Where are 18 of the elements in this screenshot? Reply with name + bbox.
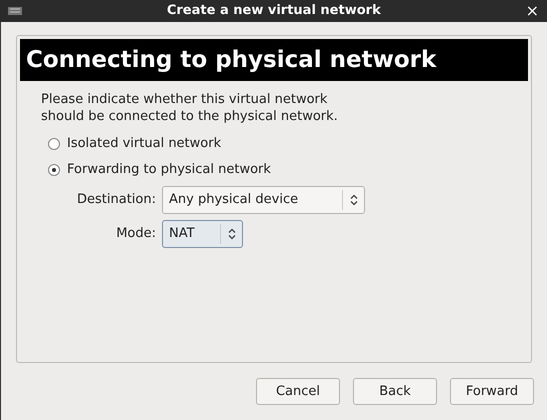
description-text: Please indicate whether this virtual network should be connected to the physical network.: [41, 91, 339, 125]
radio-button[interactable]: [48, 138, 60, 150]
updown-arrows-icon: [228, 228, 236, 240]
combo-box[interactable]: Any physical device: [162, 186, 365, 214]
close-button[interactable]: ×: [526, 3, 539, 19]
field-label: Destination:: [76, 191, 156, 210]
radio-button[interactable]: [48, 164, 60, 176]
dialog-button[interactable]: Back: [353, 378, 437, 405]
page-header: Connecting to physical network: [20, 39, 528, 81]
dialog-button[interactable]: Forward: [450, 378, 534, 405]
window-title: Create a new virtual network: [166, 2, 382, 20]
field-label: Mode:: [115, 225, 156, 244]
radio-option[interactable]: Isolated virtual network: [48, 134, 528, 153]
app-icon: [8, 7, 22, 15]
dialog-button[interactable]: Cancel: [256, 378, 340, 405]
radio-option[interactable]: Forwarding to physical network: [48, 160, 528, 179]
combo-box[interactable]: NAT: [162, 220, 243, 248]
updown-arrows-icon: [350, 194, 358, 206]
